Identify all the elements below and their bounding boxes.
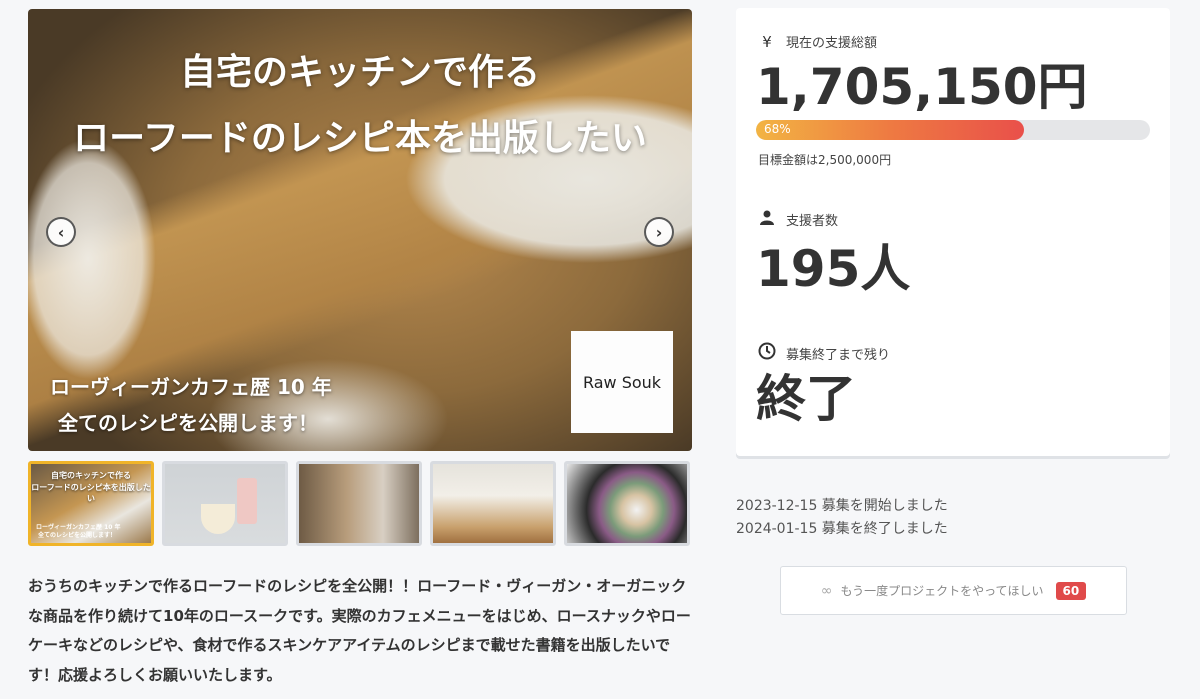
- drink-image: [237, 478, 257, 524]
- amount-label: 現在の支援総額: [786, 36, 878, 51]
- hero-title-line1: 自宅のキッチンで作る: [179, 52, 540, 93]
- progress-fill: [756, 120, 1024, 140]
- end-date: 2024-01-15 募集を終了しました: [736, 521, 948, 537]
- supporters-label-row: 支援者数: [758, 210, 838, 229]
- clock-icon: [758, 342, 776, 364]
- funding-stats-card: ¥ 現在の支援総額 1,705,150円 68% 目標金額は2,500,000円…: [736, 8, 1170, 456]
- thumbnail-4[interactable]: [430, 461, 556, 546]
- remaining-label: 募集終了まで残り: [786, 347, 891, 363]
- carousel-next-button[interactable]: ›: [644, 217, 674, 247]
- campaign-dates: 2023-12-15 募集を開始しました 2024-01-15 募集を終了しまし…: [736, 495, 948, 541]
- logo-text: Raw Souk: [582, 372, 662, 392]
- thumbnail-5[interactable]: [564, 461, 690, 546]
- thumbnail-title-line2: ローフードのレシピ本を出版したい: [31, 483, 151, 503]
- raw-souk-logo: Raw Souk: [571, 331, 673, 433]
- thumbnail-title-line1: 自宅のキッチンで作る: [51, 471, 131, 480]
- want-again-button[interactable]: ∞ もう一度プロジェクトをやってほしい 60: [780, 566, 1127, 615]
- bowl-image: [201, 504, 235, 534]
- remaining-value: 終了: [756, 370, 856, 428]
- amount-value: 1,705,150円: [756, 58, 1088, 116]
- thumbnail-2[interactable]: [162, 461, 288, 546]
- want-again-label: もう一度プロジェクトをやってほしい: [840, 584, 1044, 598]
- person-icon: [758, 210, 776, 229]
- remaining-label-row: 募集終了まで残り: [758, 342, 890, 364]
- supporters-label: 支援者数: [786, 214, 839, 229]
- want-again-count-badge: 60: [1055, 581, 1087, 600]
- start-date: 2023-12-15 募集を開始しました: [736, 498, 948, 514]
- goal-amount: 目標金額は2,500,000円: [758, 153, 892, 167]
- funding-progress-bar: 68%: [756, 120, 1150, 140]
- infinity-icon: ∞: [820, 582, 833, 599]
- chevron-left-icon: ‹: [57, 222, 65, 242]
- progress-percent: 68%: [764, 122, 791, 136]
- thumbnail-subtitle-line2: 全てのレシピを公開します！: [38, 532, 117, 539]
- hero-carousel[interactable]: 自宅のキッチンで作る ローフードのレシピ本を出版したい ローヴィーガンカフェ歴 …: [28, 9, 692, 451]
- thumbnail-1[interactable]: 自宅のキッチンで作る ローフードのレシピ本を出版したい ローヴィーガンカフェ歴 …: [28, 461, 154, 546]
- yen-icon: ¥: [762, 32, 772, 51]
- carousel-prev-button[interactable]: ‹: [46, 217, 76, 247]
- hero-subtitle-line2: 全てのレシピを公開します！: [58, 411, 318, 435]
- hero-subtitle-line1: ローヴィーガンカフェ歴 10 年: [50, 375, 332, 399]
- hero-title-line2: ローフードのレシピ本を出版したい: [73, 118, 647, 159]
- supporters-value: 195人: [756, 240, 911, 298]
- amount-label-row: ¥ 現在の支援総額: [758, 32, 878, 52]
- chevron-right-icon: ›: [655, 222, 663, 242]
- project-description: おうちのキッチンで作るローフードのレシピを全公開！！ローフード・ヴィーガン・オー…: [28, 577, 691, 684]
- thumbnail-3[interactable]: [296, 461, 422, 546]
